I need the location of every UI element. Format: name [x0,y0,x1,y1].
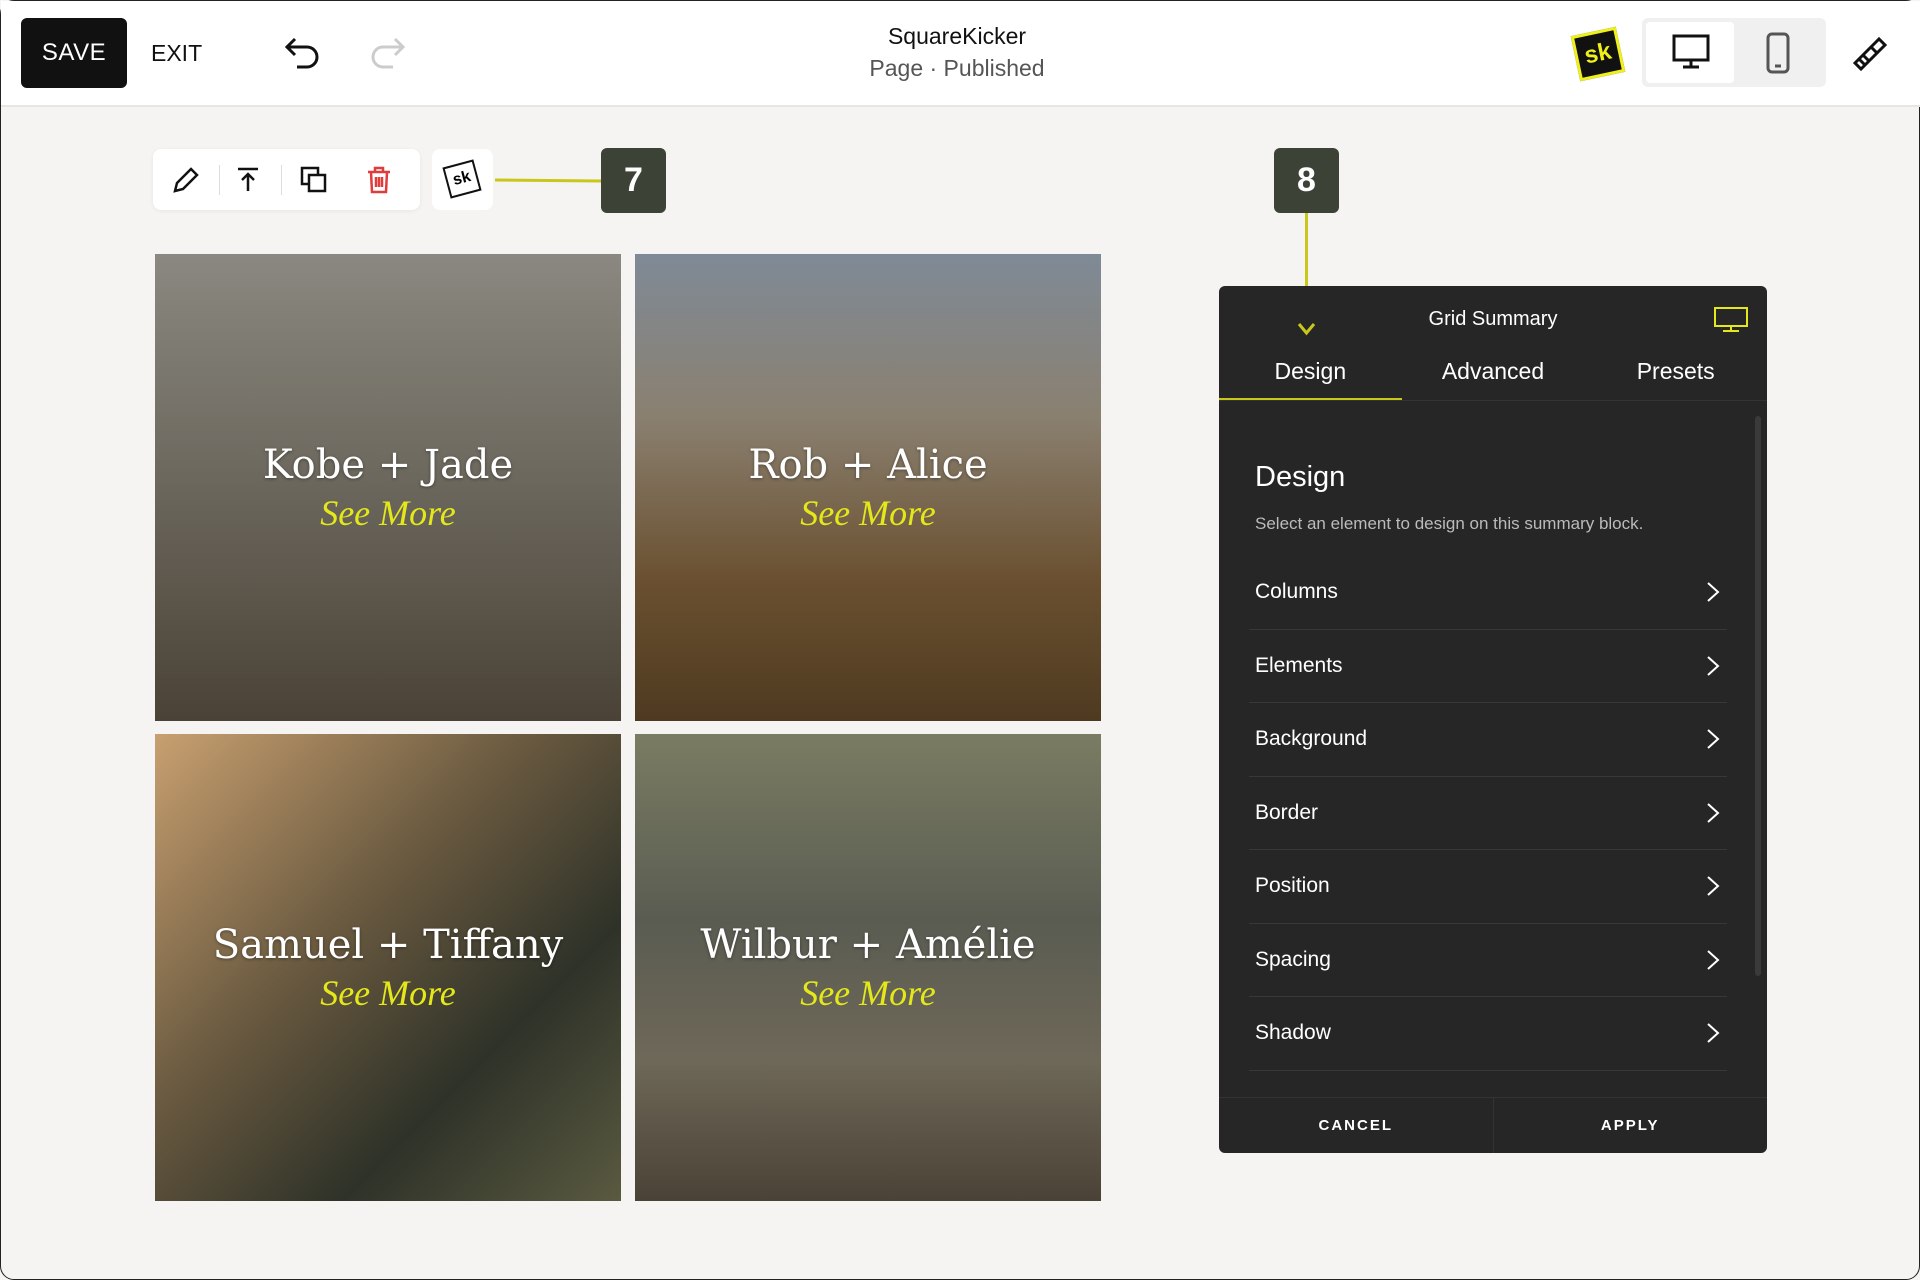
grid-item-title: Wilbur + Amélie [700,921,1036,968]
sk-icon: sk [442,159,482,199]
option-label: Shadow [1255,1021,1331,1045]
app-title: SquareKicker [887,23,1027,49]
chevron-right-icon [1707,1023,1720,1043]
pencil-icon[interactable] [171,165,201,195]
chevron-right-icon [1707,656,1720,676]
option-label: Columns [1255,580,1338,604]
undo-icon[interactable] [283,35,323,71]
see-more-link[interactable]: See More [800,972,936,1014]
top-bar: SAVE EXIT SquareKicker Page · Published … [1,1,1920,107]
design-option-shadow[interactable]: Shadow [1249,997,1727,1071]
grid-item[interactable]: Wilbur + Amélie See More [635,734,1101,1201]
chevron-right-icon [1707,803,1720,823]
grid-item-title: Rob + Alice [748,441,988,488]
chevron-right-icon [1707,729,1720,749]
option-label: Spacing [1255,947,1331,971]
desktop-view-button[interactable] [1646,22,1734,83]
tab-design[interactable]: Design [1219,346,1402,400]
design-options-list: Columns Elements Background Border Position S… [1249,556,1727,1071]
callout-badge-8: 8 [1274,148,1339,213]
chevron-right-icon [1707,876,1720,896]
apply-button[interactable]: APPLY [1492,1098,1768,1153]
scrollbar[interactable] [1755,416,1761,976]
desktop-icon [1672,34,1710,69]
panel-tabs: Design Advanced Presets [1219,346,1767,401]
section-heading: Design [1255,461,1346,493]
callout-badge-7: 7 [601,148,666,213]
see-more-link[interactable]: See More [320,972,456,1014]
trash-icon[interactable] [365,165,393,195]
option-label: Elements [1255,653,1343,677]
tab-advanced[interactable]: Advanced [1402,346,1585,400]
duplicate-icon[interactable] [299,165,329,195]
see-more-link[interactable]: See More [320,492,456,534]
squarekicker-button[interactable]: sk [432,149,493,210]
option-label: Border [1255,800,1319,824]
grid-summary-panel: Grid Summary Design Advanced Presets Des… [1219,286,1767,1153]
grid-item[interactable]: Rob + Alice See More [635,254,1101,721]
chevron-right-icon [1707,950,1720,970]
design-option-spacing[interactable]: Spacing [1249,924,1727,997]
section-description: Select an element to design on this summ… [1255,514,1644,533]
mobile-icon[interactable] [1765,32,1791,74]
grid-item-title: Samuel + Tiffany [212,921,564,968]
desktop-icon[interactable] [1713,306,1749,334]
design-option-background[interactable]: Background [1249,703,1727,777]
tab-presets[interactable]: Presets [1584,346,1767,400]
see-more-link[interactable]: See More [800,492,936,534]
block-toolbar [153,149,420,210]
save-button[interactable]: SAVE [21,18,127,88]
design-option-position[interactable]: Position [1249,850,1727,924]
callout-line-7 [494,178,602,183]
grid-item-title: Kobe + Jade [262,441,514,488]
redo-icon[interactable] [367,35,407,71]
page-status: Page · Published [869,55,1045,81]
option-label: Background [1255,727,1368,751]
squarekicker-logo[interactable]: sk [1570,26,1626,82]
design-option-columns[interactable]: Columns [1249,556,1727,630]
option-label: Position [1255,874,1330,898]
grid-item[interactable]: Kobe + Jade See More [155,254,621,721]
design-option-elements[interactable]: Elements [1249,630,1727,703]
arrow-down-icon [1297,323,1316,336]
paintbrush-icon[interactable] [1849,33,1889,73]
grid-item[interactable]: Samuel + Tiffany See More [155,734,621,1201]
design-option-border[interactable]: Border [1249,777,1727,850]
chevron-right-icon [1707,582,1720,602]
exit-button[interactable]: EXIT [151,18,202,88]
cancel-button[interactable]: CANCEL [1219,1098,1493,1153]
move-up-icon[interactable] [233,165,263,195]
